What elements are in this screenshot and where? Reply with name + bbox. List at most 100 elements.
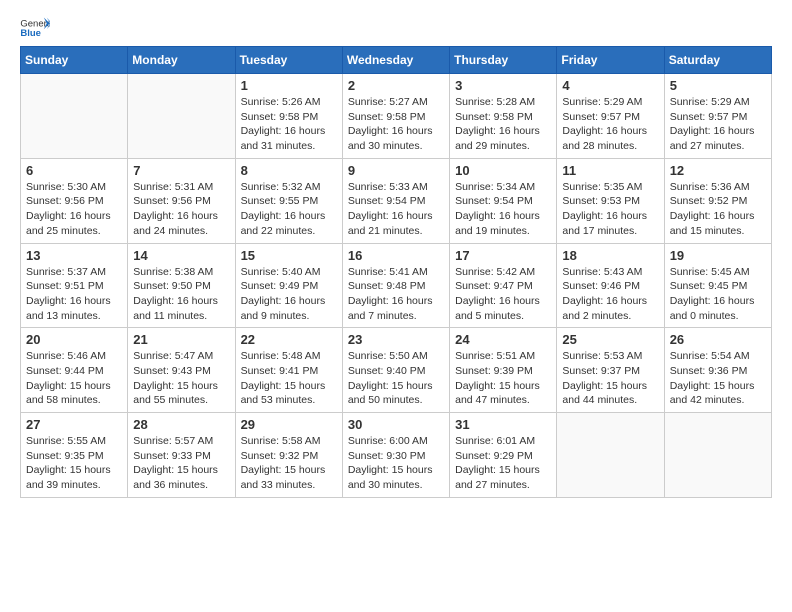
day-info: Sunrise: 5:36 AM Sunset: 9:52 PM Dayligh… bbox=[670, 180, 766, 239]
day-number: 3 bbox=[455, 78, 551, 93]
day-info: Sunrise: 5:38 AM Sunset: 9:50 PM Dayligh… bbox=[133, 265, 229, 324]
week-row-3: 13 Sunrise: 5:37 AM Sunset: 9:51 PM Dayli… bbox=[21, 243, 772, 328]
day-info: Sunrise: 5:34 AM Sunset: 9:54 PM Dayligh… bbox=[455, 180, 551, 239]
day-info: Sunrise: 5:26 AM Sunset: 9:58 PM Dayligh… bbox=[241, 95, 337, 154]
day-info: Sunrise: 5:33 AM Sunset: 9:54 PM Dayligh… bbox=[348, 180, 444, 239]
calendar-cell: 6Sunrise: 5:30 AM Sunset: 9:56 PM Daylig… bbox=[21, 158, 128, 243]
weekday-header-friday: Friday bbox=[557, 47, 664, 74]
day-info: Sunrise: 5:29 AM Sunset: 9:57 PM Dayligh… bbox=[562, 95, 658, 154]
day-info: Sunrise: 5:51 AM Sunset: 9:39 PM Dayligh… bbox=[455, 349, 551, 408]
day-number: 21 bbox=[133, 332, 229, 347]
calendar-cell: 8Sunrise: 5:32 AM Sunset: 9:55 PM Daylig… bbox=[235, 158, 342, 243]
day-number: 5 bbox=[670, 78, 766, 93]
calendar-cell: 22 Sunrise: 5:48 AM Sunset: 9:41 PM Dayli… bbox=[235, 328, 342, 413]
day-info: Sunrise: 5:57 AM Sunset: 9:33 PM Dayligh… bbox=[133, 434, 229, 493]
calendar-cell: 31 Sunrise: 6:01 AM Sunset: 9:29 PM Dayli… bbox=[450, 413, 557, 498]
svg-text:Blue: Blue bbox=[20, 28, 41, 38]
day-number: 2 bbox=[348, 78, 444, 93]
day-number: 13 bbox=[26, 248, 122, 263]
calendar-cell bbox=[128, 74, 235, 159]
day-info: Sunrise: 5:45 AM Sunset: 9:45 PM Dayligh… bbox=[670, 265, 766, 324]
week-row-4: 20 Sunrise: 5:46 AM Sunset: 9:44 PM Dayli… bbox=[21, 328, 772, 413]
day-info: Sunrise: 6:01 AM Sunset: 9:29 PM Dayligh… bbox=[455, 434, 551, 493]
logo-icon: General Blue bbox=[20, 16, 50, 38]
calendar-cell bbox=[557, 413, 664, 498]
day-info: Sunrise: 5:47 AM Sunset: 9:43 PM Dayligh… bbox=[133, 349, 229, 408]
day-number: 16 bbox=[348, 248, 444, 263]
day-number: 1 bbox=[241, 78, 337, 93]
calendar-cell: 9 Sunrise: 5:33 AM Sunset: 9:54 PM Daylig… bbox=[342, 158, 449, 243]
page-header: General Blue bbox=[20, 16, 772, 38]
calendar-cell: 29 Sunrise: 5:58 AM Sunset: 9:32 PM Dayli… bbox=[235, 413, 342, 498]
day-info: Sunrise: 5:46 AM Sunset: 9:44 PM Dayligh… bbox=[26, 349, 122, 408]
day-info: Sunrise: 5:55 AM Sunset: 9:35 PM Dayligh… bbox=[26, 434, 122, 493]
calendar-cell: 27 Sunrise: 5:55 AM Sunset: 9:35 PM Dayli… bbox=[21, 413, 128, 498]
day-info: Sunrise: 5:28 AM Sunset: 9:58 PM Dayligh… bbox=[455, 95, 551, 154]
day-number: 28 bbox=[133, 417, 229, 432]
day-number: 24 bbox=[455, 332, 551, 347]
day-number: 20 bbox=[26, 332, 122, 347]
weekday-header-thursday: Thursday bbox=[450, 47, 557, 74]
day-info: Sunrise: 6:00 AM Sunset: 9:30 PM Dayligh… bbox=[348, 434, 444, 493]
calendar-cell: 20 Sunrise: 5:46 AM Sunset: 9:44 PM Dayli… bbox=[21, 328, 128, 413]
day-number: 25 bbox=[562, 332, 658, 347]
calendar-cell: 19 Sunrise: 5:45 AM Sunset: 9:45 PM Dayli… bbox=[664, 243, 771, 328]
week-row-5: 27 Sunrise: 5:55 AM Sunset: 9:35 PM Dayli… bbox=[21, 413, 772, 498]
calendar-cell: 24 Sunrise: 5:51 AM Sunset: 9:39 PM Dayli… bbox=[450, 328, 557, 413]
calendar-cell: 12 Sunrise: 5:36 AM Sunset: 9:52 PM Dayli… bbox=[664, 158, 771, 243]
day-info: Sunrise: 5:30 AM Sunset: 9:56 PM Dayligh… bbox=[26, 180, 122, 239]
day-info: Sunrise: 5:54 AM Sunset: 9:36 PM Dayligh… bbox=[670, 349, 766, 408]
weekday-header-wednesday: Wednesday bbox=[342, 47, 449, 74]
week-row-2: 6Sunrise: 5:30 AM Sunset: 9:56 PM Daylig… bbox=[21, 158, 772, 243]
day-number: 9 bbox=[348, 163, 444, 178]
day-info: Sunrise: 5:50 AM Sunset: 9:40 PM Dayligh… bbox=[348, 349, 444, 408]
calendar-cell: 11 Sunrise: 5:35 AM Sunset: 9:53 PM Dayli… bbox=[557, 158, 664, 243]
calendar-cell bbox=[664, 413, 771, 498]
day-number: 22 bbox=[241, 332, 337, 347]
day-number: 29 bbox=[241, 417, 337, 432]
day-number: 27 bbox=[26, 417, 122, 432]
calendar-cell: 18Sunrise: 5:43 AM Sunset: 9:46 PM Dayli… bbox=[557, 243, 664, 328]
calendar-cell: 4 Sunrise: 5:29 AM Sunset: 9:57 PM Daylig… bbox=[557, 74, 664, 159]
day-info: Sunrise: 5:42 AM Sunset: 9:47 PM Dayligh… bbox=[455, 265, 551, 324]
day-info: Sunrise: 5:58 AM Sunset: 9:32 PM Dayligh… bbox=[241, 434, 337, 493]
day-info: Sunrise: 5:29 AM Sunset: 9:57 PM Dayligh… bbox=[670, 95, 766, 154]
day-number: 23 bbox=[348, 332, 444, 347]
day-info: Sunrise: 5:27 AM Sunset: 9:58 PM Dayligh… bbox=[348, 95, 444, 154]
calendar-cell: 1 Sunrise: 5:26 AM Sunset: 9:58 PM Daylig… bbox=[235, 74, 342, 159]
calendar-cell: 10 Sunrise: 5:34 AM Sunset: 9:54 PM Dayli… bbox=[450, 158, 557, 243]
calendar-cell: 13 Sunrise: 5:37 AM Sunset: 9:51 PM Dayli… bbox=[21, 243, 128, 328]
day-info: Sunrise: 5:41 AM Sunset: 9:48 PM Dayligh… bbox=[348, 265, 444, 324]
calendar-cell: 30 Sunrise: 6:00 AM Sunset: 9:30 PM Dayli… bbox=[342, 413, 449, 498]
day-info: Sunrise: 5:48 AM Sunset: 9:41 PM Dayligh… bbox=[241, 349, 337, 408]
calendar-cell: 25Sunrise: 5:53 AM Sunset: 9:37 PM Dayli… bbox=[557, 328, 664, 413]
day-number: 31 bbox=[455, 417, 551, 432]
calendar-cell: 14 Sunrise: 5:38 AM Sunset: 9:50 PM Dayli… bbox=[128, 243, 235, 328]
day-number: 14 bbox=[133, 248, 229, 263]
day-number: 19 bbox=[670, 248, 766, 263]
day-number: 11 bbox=[562, 163, 658, 178]
calendar-cell: 2 Sunrise: 5:27 AM Sunset: 9:58 PM Daylig… bbox=[342, 74, 449, 159]
day-number: 10 bbox=[455, 163, 551, 178]
calendar-cell: 3 Sunrise: 5:28 AM Sunset: 9:58 PM Daylig… bbox=[450, 74, 557, 159]
day-number: 4 bbox=[562, 78, 658, 93]
day-info: Sunrise: 5:35 AM Sunset: 9:53 PM Dayligh… bbox=[562, 180, 658, 239]
weekday-header-tuesday: Tuesday bbox=[235, 47, 342, 74]
weekday-header-sunday: Sunday bbox=[21, 47, 128, 74]
calendar-cell: 7Sunrise: 5:31 AM Sunset: 9:56 PM Daylig… bbox=[128, 158, 235, 243]
weekday-header-saturday: Saturday bbox=[664, 47, 771, 74]
day-number: 7 bbox=[133, 163, 229, 178]
calendar-cell: 17 Sunrise: 5:42 AM Sunset: 9:47 PM Dayli… bbox=[450, 243, 557, 328]
weekday-header-row: SundayMondayTuesdayWednesdayThursdayFrid… bbox=[21, 47, 772, 74]
day-info: Sunrise: 5:37 AM Sunset: 9:51 PM Dayligh… bbox=[26, 265, 122, 324]
day-number: 18 bbox=[562, 248, 658, 263]
calendar-cell bbox=[21, 74, 128, 159]
day-number: 15 bbox=[241, 248, 337, 263]
calendar-cell: 21 Sunrise: 5:47 AM Sunset: 9:43 PM Dayli… bbox=[128, 328, 235, 413]
logo: General Blue bbox=[20, 16, 50, 38]
day-number: 12 bbox=[670, 163, 766, 178]
calendar-cell: 26Sunrise: 5:54 AM Sunset: 9:36 PM Dayli… bbox=[664, 328, 771, 413]
day-number: 30 bbox=[348, 417, 444, 432]
day-number: 17 bbox=[455, 248, 551, 263]
calendar-cell: 23 Sunrise: 5:50 AM Sunset: 9:40 PM Dayli… bbox=[342, 328, 449, 413]
